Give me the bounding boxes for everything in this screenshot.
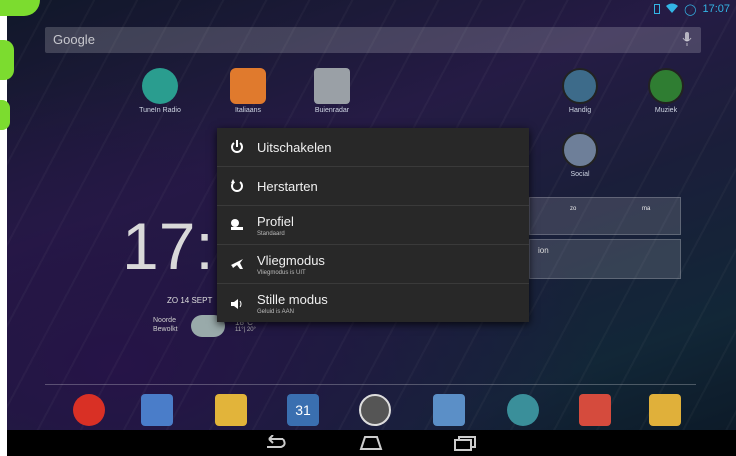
browser-icon[interactable] <box>507 394 539 426</box>
app-italiaans[interactable]: Italiaans <box>213 68 283 114</box>
play-store-icon[interactable] <box>141 394 173 426</box>
music-icon <box>648 68 684 104</box>
clock-date: ZO 14 SEPT <box>167 296 213 305</box>
chrome-beta-icon[interactable] <box>73 394 105 426</box>
weather-forecast-widget[interactable]: zo ma <box>529 197 681 235</box>
forecast-day-1: zo <box>570 206 577 212</box>
profile-icon <box>217 218 257 232</box>
alarm-icon: ◯ <box>684 3 697 16</box>
weather-desc: Bewolkt <box>153 326 178 333</box>
status-bar: ◯ 17:07 <box>7 0 736 18</box>
folder-icon <box>562 132 598 168</box>
news-widget[interactable]: ion <box>529 239 681 279</box>
green-decoration <box>0 100 10 130</box>
green-decoration <box>0 40 14 80</box>
dock-divider <box>45 384 696 385</box>
navigation-bar <box>7 430 736 456</box>
wallet-icon[interactable] <box>649 394 681 426</box>
power-menu: Uitschakelen Herstarten Profiel Standaar… <box>217 128 529 322</box>
battery-icon <box>654 4 661 14</box>
menu-item-stille-modus[interactable]: Stille modus Geluid is AAN <box>217 284 529 323</box>
wifi-icon <box>666 3 679 16</box>
tunein-icon <box>142 68 178 104</box>
restart-icon <box>217 179 257 193</box>
folder-icon <box>562 68 598 104</box>
menu-item-profiel[interactable]: Profiel Standaard <box>217 206 529 245</box>
menu-item-vliegmodus[interactable]: Vliegmodus Vliegmodus is UIT <box>217 245 529 284</box>
home-screen: ◯ 17:07 Google TuneIn Radio Italiaans Bu… <box>7 0 736 456</box>
app-buienradar[interactable]: Buienradar <box>297 68 367 114</box>
italiaans-icon <box>230 68 266 104</box>
app-tunein-radio[interactable]: TuneIn Radio <box>125 68 195 114</box>
forecast-day-2: ma <box>642 206 651 212</box>
folder-muziek[interactable]: Muziek <box>631 68 701 114</box>
calendar-icon[interactable]: 31 <box>287 394 319 426</box>
app-drawer-icon[interactable] <box>359 394 391 426</box>
contacts-icon[interactable] <box>433 394 465 426</box>
clock-time: 17: <box>122 209 214 283</box>
power-icon <box>217 140 257 154</box>
recent-apps-icon[interactable] <box>453 435 477 451</box>
search-label: Google <box>53 32 95 47</box>
weather-location: Noorde Bewolkt <box>153 316 178 334</box>
menu-item-uitschakelen[interactable]: Uitschakelen <box>217 128 529 167</box>
dock: 31 <box>7 394 736 428</box>
google-search-bar[interactable]: Google <box>45 27 701 53</box>
weather-place: Noorde <box>153 317 176 324</box>
gmail-icon[interactable] <box>579 394 611 426</box>
folder-social[interactable]: Social <box>545 132 615 178</box>
email-icon[interactable] <box>215 394 247 426</box>
status-time: 17:07 <box>702 3 730 15</box>
mic-icon[interactable] <box>681 31 693 47</box>
buienradar-icon <box>314 68 350 104</box>
back-icon[interactable] <box>263 435 287 451</box>
folder-handig[interactable]: Handig <box>545 68 615 114</box>
volume-icon <box>217 297 257 311</box>
airplane-icon <box>217 257 257 271</box>
home-icon[interactable] <box>359 435 383 451</box>
menu-item-herstarten[interactable]: Herstarten <box>217 167 529 206</box>
